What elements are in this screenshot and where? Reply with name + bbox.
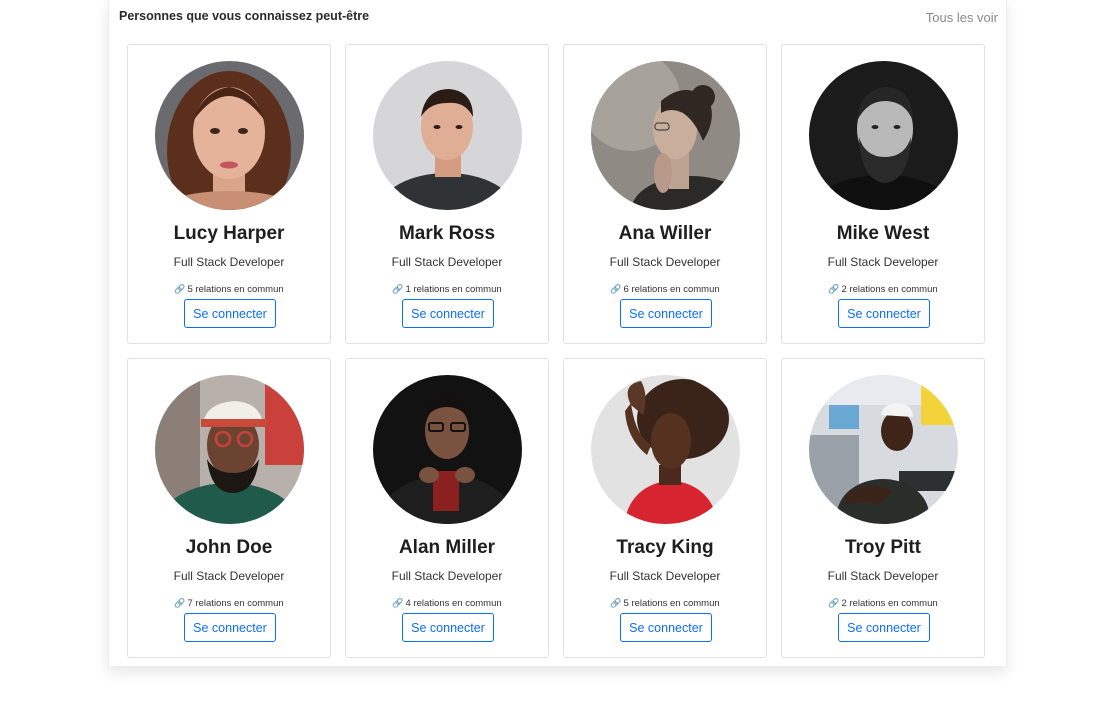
avatar[interactable] [155, 61, 304, 210]
person-card: Tracy King Full Stack Developer 🔗 5 relat… [563, 358, 767, 658]
person-name[interactable]: Mike West [782, 223, 984, 245]
avatar[interactable] [155, 375, 304, 524]
person-card: Mark Ross Full Stack Developer 🔗 1 relati… [345, 44, 549, 344]
avatar[interactable] [809, 61, 958, 210]
person-card: Alan Miller Full Stack Developer 🔗 4 rela… [345, 358, 549, 658]
avatar[interactable] [591, 375, 740, 524]
link-icon: 🔗 [392, 598, 404, 608]
mutual-connections: 🔗 2 relations en commun [782, 598, 984, 609]
mutual-count-label: 1 relations en commun [405, 284, 502, 295]
avatar[interactable] [591, 61, 740, 210]
person-card: Ana Willer Full Stack Developer 🔗 6 relat… [563, 44, 767, 344]
link-icon: 🔗 [610, 598, 622, 608]
connect-button[interactable]: Se connecter [620, 299, 712, 328]
mutual-connections: 🔗 5 relations en commun [128, 284, 330, 295]
link-icon: 🔗 [828, 284, 840, 294]
mutual-count-label: 5 relations en commun [623, 598, 720, 609]
mutual-count-label: 2 relations en commun [841, 598, 938, 609]
mutual-count-label: 2 relations en commun [841, 284, 938, 295]
person-role: Full Stack Developer [391, 255, 503, 269]
connect-button[interactable]: Se connecter [838, 299, 930, 328]
connect-button[interactable]: Se connecter [402, 299, 494, 328]
people-you-may-know-panel: Personnes que vous connaissez peut-être … [108, 0, 1007, 666]
connect-button[interactable]: Se connecter [620, 613, 712, 642]
person-name[interactable]: Ana Willer [564, 223, 766, 245]
person-role: Full Stack Developer [391, 569, 503, 583]
person-card: Mike West Full Stack Developer 🔗 2 relati… [781, 44, 985, 344]
person-role: Full Stack Developer [827, 569, 939, 583]
mutual-connections: 🔗 2 relations en commun [782, 284, 984, 295]
link-icon: 🔗 [828, 598, 840, 608]
person-role: Full Stack Developer [173, 255, 285, 269]
mutual-count-label: 4 relations en commun [405, 598, 502, 609]
person-name[interactable]: Troy Pitt [782, 537, 984, 559]
connect-button[interactable]: Se connecter [184, 299, 276, 328]
section-title: Personnes que vous connaissez peut-être [119, 9, 370, 23]
person-name[interactable]: Tracy King [564, 537, 766, 559]
connect-button[interactable]: Se connecter [184, 613, 276, 642]
link-icon: 🔗 [392, 284, 404, 294]
person-role: Full Stack Developer [827, 255, 939, 269]
person-role: Full Stack Developer [173, 569, 285, 583]
person-name[interactable]: John Doe [128, 537, 330, 559]
person-card: John Doe Full Stack Developer 🔗 7 relatio… [127, 358, 331, 658]
mutual-connections: 🔗 4 relations en commun [346, 598, 548, 609]
person-name[interactable]: Alan Miller [346, 537, 548, 559]
link-icon: 🔗 [610, 284, 622, 294]
person-role: Full Stack Developer [609, 255, 721, 269]
avatar[interactable] [373, 61, 522, 210]
person-card: Lucy Harper Full Stack Developer 🔗 5 rela… [127, 44, 331, 344]
connect-button[interactable]: Se connecter [838, 613, 930, 642]
mutual-count-label: 6 relations en commun [623, 284, 720, 295]
person-role: Full Stack Developer [609, 569, 721, 583]
mutual-connections: 🔗 6 relations en commun [564, 284, 766, 295]
link-icon: 🔗 [174, 284, 186, 294]
mutual-connections: 🔗 1 relations en commun [346, 284, 548, 295]
mutual-count-label: 5 relations en commun [187, 284, 284, 295]
avatar[interactable] [373, 375, 522, 524]
avatar[interactable] [809, 375, 958, 524]
person-card: Troy Pitt Full Stack Developer 🔗 2 relati… [781, 358, 985, 658]
mutual-connections: 🔗 7 relations en commun [128, 598, 330, 609]
see-all-link[interactable]: Tous les voir [926, 10, 998, 25]
person-name[interactable]: Lucy Harper [128, 223, 330, 245]
link-icon: 🔗 [174, 598, 186, 608]
mutual-connections: 🔗 5 relations en commun [564, 598, 766, 609]
person-name[interactable]: Mark Ross [346, 223, 548, 245]
connect-button[interactable]: Se connecter [402, 613, 494, 642]
mutual-count-label: 7 relations en commun [187, 598, 284, 609]
